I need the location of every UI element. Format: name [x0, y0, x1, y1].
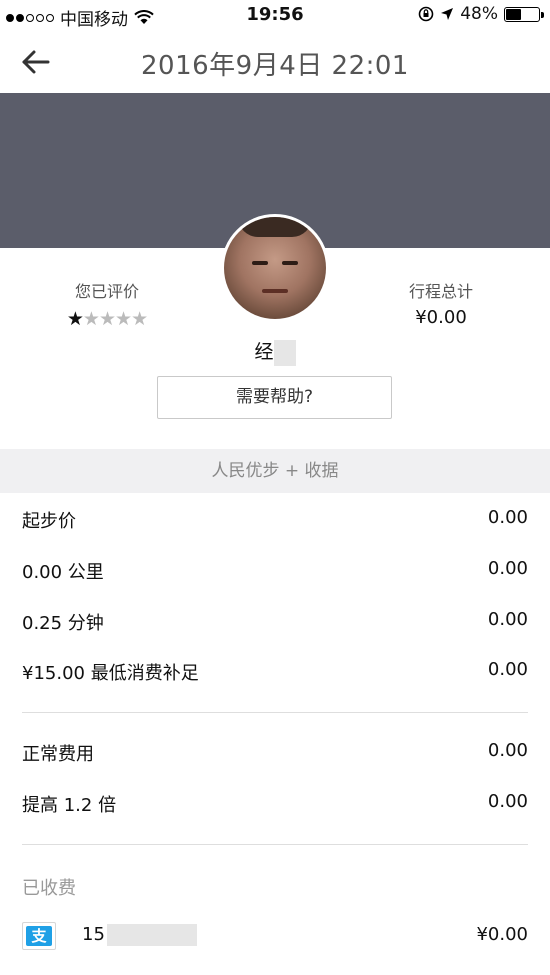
fare-label: 0.25 分钟	[22, 613, 104, 634]
adjustment-row: 提高 1.2 倍 0.00	[22, 791, 528, 821]
rotation-lock-icon	[418, 6, 434, 22]
fare-label: 起步价	[22, 511, 76, 532]
status-right: 48%	[418, 4, 544, 24]
fare-amount: 0.00	[487, 659, 528, 680]
fare-label: 0.00 公里	[22, 562, 104, 583]
driver-name: 经	[0, 337, 550, 366]
rating-label: 您已评价	[74, 282, 139, 301]
adjustment-amount: 0.00	[487, 791, 528, 812]
divider	[22, 844, 528, 845]
adjustment-label: 提高 1.2 倍	[22, 795, 117, 816]
adjustment-label: 正常费用	[22, 744, 94, 765]
star-empty-icon: ★	[82, 308, 100, 330]
redacted-name	[273, 339, 296, 366]
location-arrow-icon	[441, 8, 454, 20]
paid-label: 已收费	[22, 878, 76, 899]
status-bar: 中国移动 19:56 48%	[0, 0, 550, 30]
fare-label: ¥15.00 最低消费补足	[22, 663, 199, 684]
alipay-icon: 支	[22, 922, 56, 950]
rating-section: 您已评价 ★★★★★	[32, 278, 182, 330]
driver-photo	[224, 217, 326, 319]
battery-percent: 48%	[460, 4, 498, 24]
payment-amount: ¥0.00	[476, 924, 528, 945]
divider	[22, 712, 528, 713]
fare-row: 起步价 0.00	[22, 507, 528, 537]
rating-stars: ★★★★★	[32, 308, 182, 330]
trip-total-value: ¥0.00	[415, 307, 467, 328]
payment-row: 支 15 ¥0.00	[22, 922, 528, 952]
trip-total-section: 行程总计 ¥0.00	[366, 278, 516, 328]
page-title: 2016年9月4日 22:01	[141, 51, 409, 81]
star-empty-icon: ★	[115, 308, 132, 330]
battery-icon	[504, 6, 544, 22]
help-button[interactable]: 需要帮助?	[157, 376, 392, 419]
driver-avatar	[221, 214, 329, 322]
redacted-account	[106, 924, 197, 946]
receipt-header: 人民优步 + 收据	[0, 449, 550, 493]
adjustment-amount: 0.00	[487, 740, 528, 761]
fare-row: 0.00 公里 0.00	[22, 558, 528, 588]
fare-row: 0.25 分钟 0.00	[22, 609, 528, 639]
fare-amount: 0.00	[487, 507, 528, 528]
payment-account: 15	[82, 924, 197, 946]
driver-name-text: 经	[254, 341, 274, 363]
nav-bar: 2016年9月4日 22:01	[0, 30, 550, 93]
star-empty-icon: ★	[98, 308, 116, 330]
star-filled-icon: ★	[66, 308, 84, 330]
fare-amount: 0.00	[487, 609, 528, 630]
star-empty-icon: ★	[131, 308, 148, 330]
fare-amount: 0.00	[487, 558, 528, 579]
trip-total-label: 行程总计	[408, 282, 473, 301]
adjustment-row: 正常费用 0.00	[22, 740, 528, 770]
fare-row: ¥15.00 最低消费补足 0.00	[22, 659, 528, 689]
